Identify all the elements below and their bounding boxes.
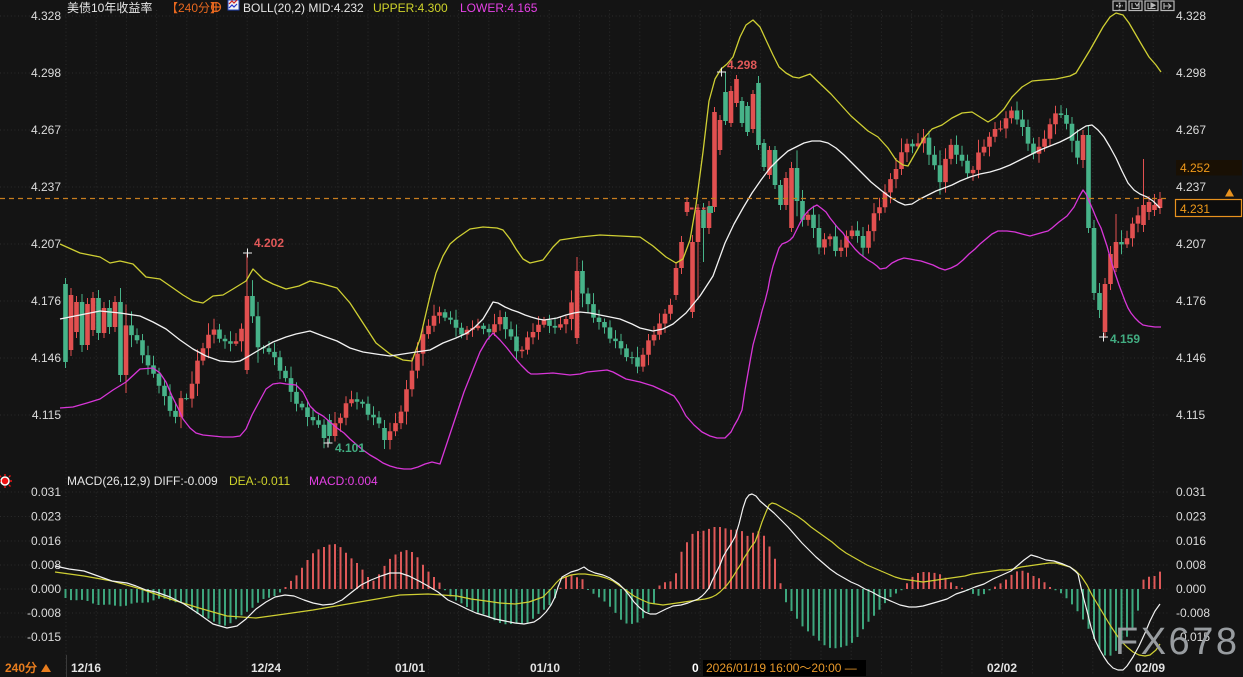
svg-text:0.023: 0.023 — [31, 510, 61, 524]
svg-text:美债10年收益率: 美债10年收益率 — [67, 0, 152, 15]
svg-text:2026/01/19 16:00～20:00 —: 2026/01/19 16:00～20:00 — — [706, 661, 857, 675]
svg-text:240分: 240分 — [5, 660, 37, 675]
svg-text:0.008: 0.008 — [1176, 558, 1206, 572]
svg-text:-0.008: -0.008 — [1176, 606, 1210, 620]
svg-text:LOWER:4.165: LOWER:4.165 — [460, 1, 538, 15]
svg-text:DEA:-0.011: DEA:-0.011 — [229, 474, 290, 488]
svg-text:02/02: 02/02 — [987, 661, 1017, 675]
svg-text:4.231: 4.231 — [1180, 202, 1210, 216]
svg-text:4.252: 4.252 — [1180, 161, 1210, 175]
svg-text:4.146: 4.146 — [31, 351, 61, 365]
svg-text:0.023: 0.023 — [1176, 510, 1206, 524]
svg-text:0.000: 0.000 — [1176, 582, 1206, 596]
svg-text:UPPER:4.300: UPPER:4.300 — [373, 1, 448, 15]
svg-text:4.115: 4.115 — [1176, 408, 1205, 422]
svg-text:4.176: 4.176 — [1176, 294, 1206, 308]
svg-text:02/09: 02/09 — [1135, 661, 1165, 675]
svg-text:4.146: 4.146 — [1176, 351, 1206, 365]
svg-text:MACD:0.004: MACD:0.004 — [309, 474, 378, 488]
svg-text:4.267: 4.267 — [1176, 123, 1206, 137]
svg-text:4.237: 4.237 — [1176, 180, 1206, 194]
svg-text:-0.008: -0.008 — [27, 606, 61, 620]
svg-text:4.202: 4.202 — [254, 236, 284, 250]
svg-text:12/16: 12/16 — [71, 661, 101, 675]
svg-text:4.328: 4.328 — [31, 9, 61, 23]
svg-text:4.328: 4.328 — [1176, 9, 1206, 23]
svg-text:0.000: 0.000 — [31, 582, 61, 596]
svg-text:01/01: 01/01 — [395, 661, 425, 675]
svg-text:0.016: 0.016 — [1176, 534, 1206, 548]
svg-text:4.101: 4.101 — [335, 441, 365, 455]
svg-text:4.298: 4.298 — [727, 58, 757, 72]
svg-text:4.237: 4.237 — [31, 180, 61, 194]
svg-text:-0.015: -0.015 — [27, 630, 61, 644]
svg-text:0.008: 0.008 — [31, 558, 61, 572]
svg-text:FX678: FX678 — [1115, 621, 1239, 663]
svg-text:4.298: 4.298 — [31, 66, 61, 80]
svg-text:0: 0 — [692, 661, 699, 675]
svg-text:BOLL(20,2) MID:4.232: BOLL(20,2) MID:4.232 — [243, 1, 364, 15]
svg-text:4.298: 4.298 — [1176, 66, 1206, 80]
svg-text:4.207: 4.207 — [31, 237, 61, 251]
svg-text:0.016: 0.016 — [31, 534, 61, 548]
svg-text:4.159: 4.159 — [1110, 332, 1140, 346]
svg-text:4.207: 4.207 — [1176, 237, 1206, 251]
svg-text:0.031: 0.031 — [1176, 485, 1206, 499]
svg-text:01/10: 01/10 — [530, 661, 560, 675]
svg-text:4.176: 4.176 — [31, 294, 61, 308]
svg-text:4.115: 4.115 — [32, 408, 61, 422]
svg-text:4.267: 4.267 — [31, 123, 61, 137]
svg-text:MACD(26,12,9) DIFF:-0.009: MACD(26,12,9) DIFF:-0.009 — [67, 474, 218, 488]
svg-text:0.031: 0.031 — [31, 485, 61, 499]
svg-text:12/24: 12/24 — [251, 661, 281, 675]
